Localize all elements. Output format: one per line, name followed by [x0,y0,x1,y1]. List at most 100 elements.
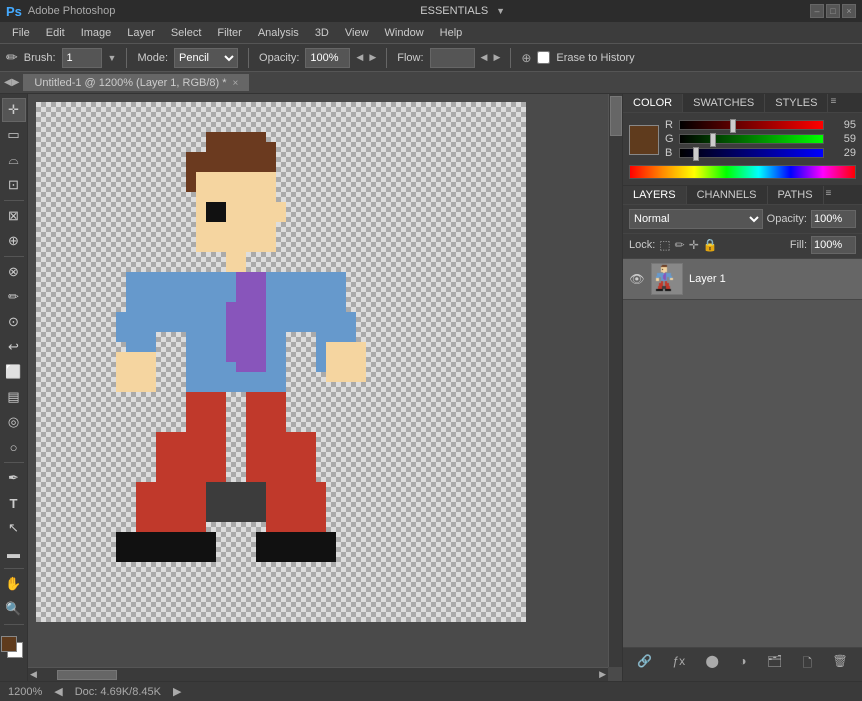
g-slider-thumb[interactable] [710,133,716,147]
mode-select[interactable]: PencilNormalDissolve [174,48,238,68]
document-tab[interactable]: Untitled-1 @ 1200% (Layer 1, RGB/8) * × [23,74,249,91]
layer-visibility-toggle[interactable]: 👁 [629,271,645,287]
new-adjustment-layer-button[interactable]: ◑ [735,652,750,677]
erase-to-history-label[interactable]: Erase to History [537,51,634,64]
airbrush-icon[interactable]: ⊕ [521,51,531,65]
hscroll-left-arrow[interactable]: ◀ [30,669,37,680]
r-slider-thumb[interactable] [730,119,736,133]
blend-mode-select[interactable]: NormalMultiplyScreen [629,209,763,229]
menu-select[interactable]: Select [163,25,210,41]
menu-filter[interactable]: Filter [209,25,249,41]
opacity-decrease[interactable]: ◀ [356,52,363,63]
tab-channels[interactable]: CHANNELS [687,186,768,204]
spot-heal-tool[interactable]: ⊗ [2,260,26,284]
lock-all-icon[interactable]: 🔒 [703,238,718,252]
menu-edit[interactable]: Edit [38,25,73,41]
link-layers-button[interactable]: 🔗 [633,652,656,677]
clone-tool[interactable]: ⊙ [2,310,26,334]
flow-input[interactable] [430,48,475,68]
tab-swatches[interactable]: SWATCHES [683,94,765,112]
eraser-tool[interactable]: ⬜ [2,360,26,384]
current-color-swatch[interactable] [629,125,659,155]
tab-color[interactable]: COLOR [623,94,683,112]
brush-tool[interactable]: ✏ [2,285,26,309]
horizontal-scrollbar[interactable]: ◀ ▶ [28,667,608,681]
r-slider-track[interactable] [679,120,824,130]
menu-3d[interactable]: 3D [307,25,337,41]
lock-image-icon[interactable]: ✏ [675,238,685,252]
flow-decrease[interactable]: ◀ [481,52,488,63]
statusbar-nav-right[interactable]: ▶ [173,685,181,698]
fill-label: Fill: [790,239,807,251]
new-layer-button[interactable]: 🗋 [799,652,817,677]
opacity-increase[interactable]: ▶ [369,52,376,63]
marquee-tool[interactable]: ▭ [2,123,26,147]
vertical-scrollbar[interactable] [608,94,622,667]
minimize-button[interactable]: – [810,4,824,18]
collapse-left-icon[interactable]: ◀▶ [4,77,19,88]
flow-increase[interactable]: ▶ [493,52,500,63]
tab-paths[interactable]: PATHS [768,186,824,204]
workspace-label: ESSENTIALS [420,5,488,17]
canvas-scroll[interactable]: ◀ ▶ [28,94,622,681]
pixel-canvas[interactable] [36,102,526,622]
eyedropper-tool[interactable]: ⊕ [2,229,26,253]
menu-window[interactable]: Window [377,25,432,41]
menu-analysis[interactable]: Analysis [250,25,307,41]
crop-tool[interactable]: ⊠ [2,204,26,228]
hscroll-right-arrow[interactable]: ▶ [599,669,606,680]
menu-file[interactable]: File [4,25,38,41]
new-group-button[interactable]: 🗂 [763,652,786,677]
tab-layers[interactable]: LAYERS [623,186,687,204]
dodge-tool[interactable]: ○ [2,435,26,459]
move-tool[interactable]: ✛ [2,98,26,122]
opacity-input[interactable] [305,48,350,68]
menu-view[interactable]: View [337,25,377,41]
lock-position-icon[interactable]: ✛ [689,238,699,252]
b-slider-thumb[interactable] [693,147,699,161]
text-tool[interactable]: T [2,491,26,515]
zoom-tool[interactable]: 🔍 [2,597,26,621]
color-panel-menu-icon[interactable]: ≡ [830,96,836,110]
doc-size: 4.69K/8.45K [100,686,161,698]
hscroll-thumb[interactable] [57,670,117,680]
layer-fill-input[interactable] [811,236,856,254]
delete-layer-button[interactable]: 🗑 [829,652,852,677]
list-item[interactable]: 👁 Layer 1 [623,259,862,300]
vscroll-thumb[interactable] [610,96,622,136]
menu-help[interactable]: Help [432,25,471,41]
erase-to-history-checkbox[interactable] [537,51,550,64]
tab-styles[interactable]: STYLES [765,94,828,112]
quick-select-tool[interactable]: ⊡ [2,173,26,197]
close-button[interactable]: × [842,4,856,18]
canvas-background[interactable] [36,102,526,622]
color-swatches[interactable] [1,636,27,662]
tab-close-button[interactable]: × [233,78,239,89]
lasso-tool[interactable]: ⌓ [2,148,26,172]
layer-opacity-input[interactable] [811,210,856,228]
fg-color-swatch[interactable] [1,636,17,652]
maximize-button[interactable]: □ [826,4,840,18]
blur-tool[interactable]: ◎ [2,410,26,434]
menu-layer[interactable]: Layer [119,25,163,41]
layer-styles-button[interactable]: ƒx [668,652,689,677]
path-select-tool[interactable]: ↖ [2,516,26,540]
lock-transparent-icon[interactable]: ⬚ [659,238,670,252]
statusbar-nav-left[interactable]: ◀ [54,685,62,698]
canvas-area[interactable]: ◀ ▶ [28,94,622,681]
add-mask-button[interactable]: ⬤ [702,652,723,677]
brush-size-input[interactable] [62,48,102,68]
g-slider-track[interactable] [679,134,824,144]
layers-panel-menu-icon[interactable]: ≡ [826,188,832,202]
workspace-dropdown-icon[interactable]: ▼ [496,6,505,16]
b-slider-track[interactable] [679,148,824,158]
hand-tool[interactable]: ✋ [2,572,26,596]
shape-tool[interactable]: ▬ [2,541,26,565]
pen-tool[interactable]: ✒ [2,466,26,490]
color-spectrum-bar[interactable] [629,165,856,179]
menu-image[interactable]: Image [73,25,120,41]
brush-options-btn[interactable]: ▼ [108,53,117,63]
history-brush-tool[interactable]: ↩ [2,335,26,359]
gradient-tool[interactable]: ▤ [2,385,26,409]
g-value: 59 [828,133,856,145]
